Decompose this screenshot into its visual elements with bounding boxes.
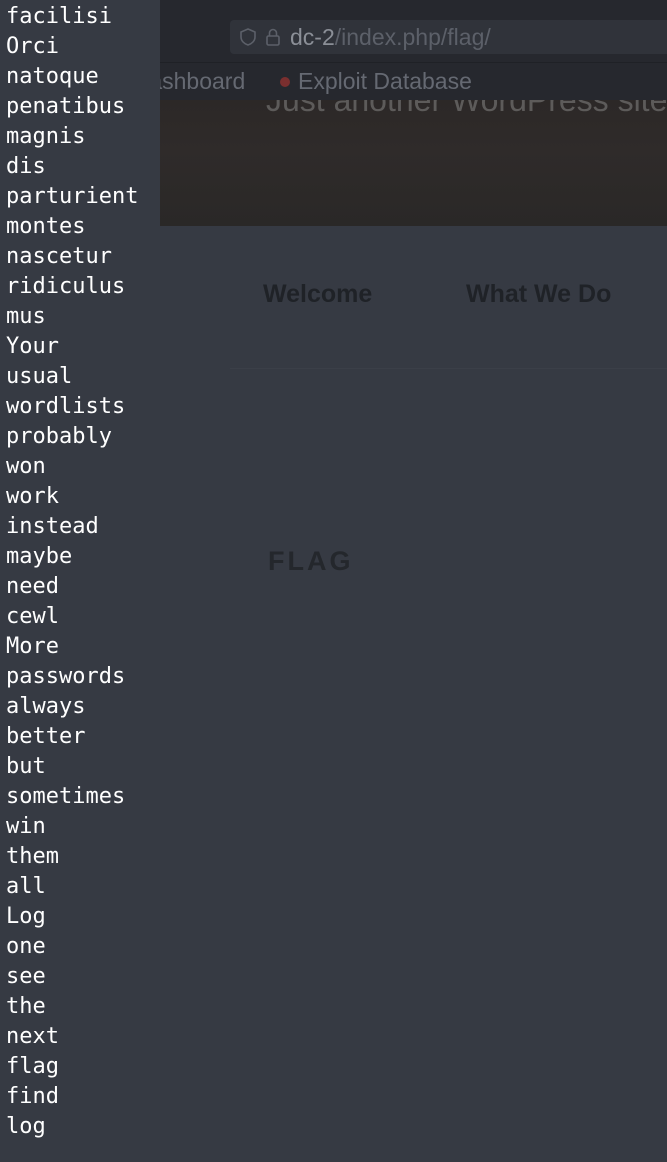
bookmark-exploit-label: Exploit Database [298,68,472,94]
wordlist-line: montes [6,214,86,239]
wordlist-line: find [6,1084,59,1109]
bookmark-exploit-database[interactable]: Exploit Database [280,68,472,95]
wordlist-line: Log [6,904,46,929]
wordlist-line: nascetur [6,244,112,269]
wordlist-line: usual [6,364,73,389]
nav-divider [230,368,667,369]
wordlist-line: penatibus [6,94,126,119]
page-heading: FLAG [268,546,354,576]
shield-icon [240,28,256,46]
wordlist-line: cewl [6,604,59,629]
wordlist-line: one [6,934,46,959]
wordlist-line: More [6,634,59,659]
wordlist-line: instead [6,514,99,539]
wordlist-line: passwords [6,664,126,689]
wordlist-line: ridiculus [6,274,126,299]
wordlist-line: probably [6,424,112,449]
wordlist-line: parturient [6,184,139,209]
exploit-db-icon [280,76,290,87]
wordlist-line: won [6,454,46,479]
wordlist-line: need [6,574,59,599]
wordlist-line: all [6,874,46,899]
url-path: /index.php/flag/ [334,23,491,50]
url-host: dc-2 [290,23,335,50]
nav-item-welcome[interactable]: Welcome [263,280,372,309]
wordlist-line: magnis [6,124,86,149]
site-tagline: Just another WordPress site [266,100,667,118]
wordlist-line: them [6,844,59,869]
address-bar[interactable]: dc-2/index.php/flag/ [230,20,667,54]
wordlist-line: see [6,964,46,989]
wordlist-line: dis [6,154,46,179]
wordlist-line: log [6,1114,46,1139]
wordlist-line: facilisi [6,4,112,29]
wordlist-line: maybe [6,544,73,569]
wordlist-line: flag [6,1054,59,1079]
wordlist-line: Your [6,334,59,359]
wordlist-line: always [6,694,86,719]
wordlist-line: next [6,1024,59,1049]
wordlist-line: natoque [6,64,99,89]
wordlist-line: the [6,994,46,1019]
wordlist-line: mus [6,304,46,329]
wordlist-line: sometimes [6,784,126,809]
wordlist-line: work [6,484,59,509]
wordlist-line: win [6,814,46,839]
wordlist-line: better [6,724,86,749]
wordlist-line: Orci [6,34,59,59]
nav-item-what-we-do[interactable]: What We Do [466,280,611,309]
terminal-output: facilisi Orci natoque penatibus magnis d… [0,0,160,1162]
wordlist-output: facilisi Orci natoque penatibus magnis d… [6,2,138,1142]
wordlist-line: but [6,754,46,779]
lock-icon [266,28,280,46]
wordlist-line: wordlists [6,394,126,419]
